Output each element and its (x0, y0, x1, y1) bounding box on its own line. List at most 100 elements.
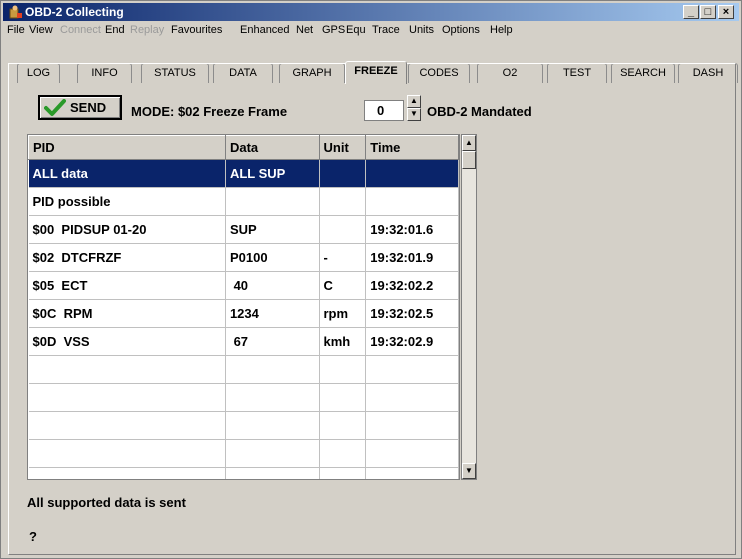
app-icon (9, 5, 22, 19)
cell-unit: kmh (319, 327, 367, 356)
table-row[interactable] (28, 411, 459, 440)
menu-enhanced[interactable]: Enhanced (240, 24, 290, 36)
cell-time (365, 187, 459, 216)
cell-pid: $02 DTCFRZF (28, 243, 226, 272)
menu-units[interactable]: Units (409, 24, 434, 36)
frame-spinner[interactable]: ▲ ▼ (407, 95, 421, 121)
table-row[interactable] (28, 467, 459, 479)
table-row[interactable]: $00 PIDSUP 01-20 SUP 19:32:01.6 (28, 215, 459, 244)
cell-time: 19:32:02.2 (365, 271, 459, 300)
table-row[interactable]: $02 DTCFRZF P0100-19:32:01.9 (28, 243, 459, 272)
minimize-button[interactable]: _ (683, 5, 699, 19)
tab-freeze[interactable]: FREEZE (345, 61, 407, 84)
table-row[interactable]: $0C RPM 1234 rpm 19:32:02.5 (28, 299, 459, 328)
cell-data (225, 187, 320, 216)
cell-data (225, 383, 320, 412)
cell-time: 19:32:02.9 (365, 327, 459, 356)
table-row[interactable]: ALL data ALL SUP (28, 159, 459, 188)
header-row: PID Data Unit Time (28, 135, 459, 160)
cell-time (365, 439, 459, 468)
app-window: OBD-2 Collecting _ □ × File View Connect… (0, 0, 742, 559)
cell-data: SUP (225, 215, 320, 244)
col-header-unit[interactable]: Unit (318, 135, 367, 160)
menu-replay[interactable]: Replay (130, 24, 164, 36)
cell-unit (319, 383, 367, 412)
send-button[interactable]: SEND (38, 95, 122, 120)
cell-pid: PID possible (28, 187, 226, 216)
menu-help[interactable]: Help (490, 24, 513, 36)
cell-time: 19:32:01.6 (365, 215, 459, 244)
cell-pid (28, 355, 226, 384)
menu-gps[interactable]: GPS (322, 24, 345, 36)
cell-data (225, 355, 320, 384)
cell-pid: $05 ECT (28, 271, 226, 300)
cell-unit (319, 187, 367, 216)
cell-data: 1234 (225, 299, 320, 328)
table-row[interactable]: PID possible (28, 187, 459, 216)
menu-options[interactable]: Options (442, 24, 480, 36)
tab-strip: LOG INFO STATUS DATA GRAPH FREEZE CODES … (1, 41, 741, 84)
frame-number-field[interactable]: 0 (364, 100, 404, 121)
menu-favourites[interactable]: Favourites (171, 24, 222, 36)
checkmark-icon (44, 99, 66, 116)
cell-pid: ALL data (28, 159, 226, 188)
cell-unit (319, 439, 367, 468)
cell-pid: $0C RPM (28, 299, 226, 328)
cell-unit (319, 411, 367, 440)
cell-pid (28, 383, 226, 412)
cell-time (365, 355, 459, 384)
pid-grid[interactable]: PID Data Unit Time ALL data ALL SUP PID po… (27, 134, 460, 480)
menu-bar: File View Connect End Replay Favourites … (3, 21, 739, 39)
cell-pid (28, 439, 226, 468)
table-row[interactable] (28, 439, 459, 468)
cell-data: 67 (225, 327, 320, 356)
cell-time: 19:32:01.9 (365, 243, 459, 272)
spin-up-icon[interactable]: ▲ (407, 95, 421, 108)
mode-label: MODE: $02 Freeze Frame (131, 104, 288, 119)
close-button[interactable]: × (718, 5, 734, 19)
grid-scrollbar[interactable]: ▲ ▼ (461, 134, 477, 480)
table-row[interactable]: $05 ECT 40 C 19:32:02.2 (28, 271, 459, 300)
menu-equ[interactable]: Equ (346, 24, 366, 36)
status-message: All supported data is sent (27, 495, 186, 510)
cell-time (365, 383, 459, 412)
cell-pid (28, 467, 226, 479)
menu-view[interactable]: View (29, 24, 53, 36)
cell-time (365, 467, 459, 479)
cell-data (225, 467, 320, 479)
cell-unit (319, 215, 367, 244)
cell-unit (319, 159, 367, 188)
spin-down-icon[interactable]: ▼ (407, 108, 421, 121)
status-prompt: ? (29, 529, 37, 544)
cell-data (225, 411, 320, 440)
scroll-down-icon[interactable]: ▼ (462, 463, 476, 479)
menu-file[interactable]: File (7, 24, 25, 36)
cell-unit: - (319, 243, 367, 272)
send-label: SEND (70, 100, 107, 115)
window-title: OBD-2 Collecting (25, 5, 124, 19)
cell-time: 19:32:02.5 (365, 299, 459, 328)
cell-unit: C (319, 271, 367, 300)
cell-data: ALL SUP (225, 159, 320, 188)
menu-connect[interactable]: Connect (60, 24, 101, 36)
mandate-label: OBD-2 Mandated (427, 104, 532, 119)
scroll-thumb[interactable] (462, 151, 476, 169)
menu-end[interactable]: End (105, 24, 125, 36)
cell-unit (319, 355, 367, 384)
menu-trace[interactable]: Trace (372, 24, 400, 36)
table-row[interactable] (28, 355, 459, 384)
cell-data: P0100 (225, 243, 320, 272)
cell-unit: rpm (319, 299, 367, 328)
table-row[interactable] (28, 383, 459, 412)
menu-net[interactable]: Net (296, 24, 313, 36)
cell-unit (319, 467, 367, 479)
col-header-data[interactable]: Data (224, 135, 320, 160)
maximize-button[interactable]: □ (700, 5, 716, 19)
cell-data: 40 (225, 271, 320, 300)
table-row[interactable]: $0D VSS 67 kmh 19:32:02.9 (28, 327, 459, 356)
col-header-pid[interactable]: PID (28, 135, 226, 160)
col-header-time[interactable]: Time (365, 135, 459, 160)
title-bar[interactable]: OBD-2 Collecting _ □ × (3, 3, 739, 21)
cell-pid (28, 411, 226, 440)
scroll-up-icon[interactable]: ▲ (462, 135, 476, 151)
